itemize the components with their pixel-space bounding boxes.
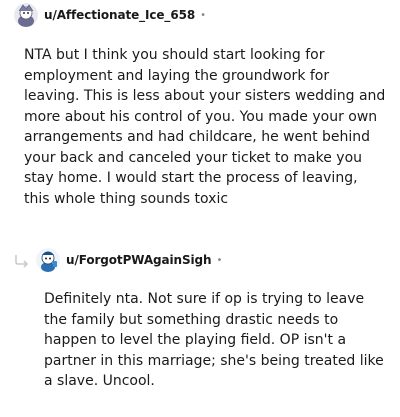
separator-dot: • [216, 254, 223, 266]
snoo-avatar-icon[interactable] [36, 248, 60, 272]
username[interactable]: u/Affectionate_Ice_658 [44, 8, 195, 22]
reply-comment: u/ForgotPWAgainSigh • Definitely nta. No… [0, 245, 400, 389]
comment: u/Affectionate_Ice_658 • NTA but I think… [0, 0, 400, 207]
comment-body: NTA but I think you should start looking… [24, 47, 386, 207]
separator-dot: • [200, 9, 206, 21]
comment-body: Definitely nta. Not sure if op is trying… [44, 291, 384, 389]
snoo-avatar-icon[interactable] [14, 3, 38, 27]
comment-header: u/ForgotPWAgainSigh • [0, 245, 400, 275]
comment-header: u/Affectionate_Ice_658 • [0, 0, 400, 30]
username[interactable]: u/ForgotPWAgainSigh [66, 253, 212, 267]
reply-arrow-icon [14, 253, 30, 268]
